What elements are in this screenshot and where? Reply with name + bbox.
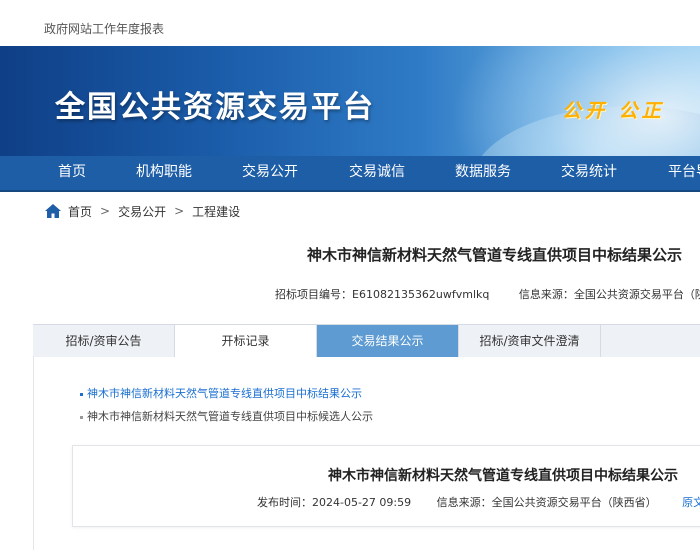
- result-link[interactable]: 神木市神信新材料天然气管道专线直供项目中标结果公示: [87, 387, 362, 400]
- top-bar: 政府网站工作年度报表: [0, 0, 700, 46]
- bullet-icon: [80, 415, 83, 419]
- article-meta: 招标项目编号：E61082135362uwfvmlkq 信息来源：全国公共资源交…: [275, 286, 700, 302]
- announcement-card: [72, 445, 700, 527]
- page-title: 神木市神信新材料天然气管道专线直供项目中标结果公示: [307, 246, 683, 264]
- site-title: 全国公共资源交易平台: [55, 90, 375, 125]
- breadcrumb-trading-public[interactable]: 交易公开: [118, 203, 166, 220]
- nav-item-platform-guide[interactable]: 平台导: [668, 156, 700, 190]
- announcement-meta: 发布时间：2024-05-27 09:59 信息来源：全国公共资源交易平台（陕西…: [257, 494, 700, 510]
- home-icon[interactable]: [44, 203, 62, 219]
- breadcrumb-separator: >: [100, 204, 111, 218]
- nav-item-data-service[interactable]: 数据服务: [455, 156, 511, 190]
- banner-slogan: 公开 公正: [562, 100, 665, 122]
- nav-item-trading-credit[interactable]: 交易诚信: [349, 156, 405, 190]
- project-code: 招标项目编号：E61082135362uwfvmlkq: [275, 288, 490, 301]
- nav-item-trading-public[interactable]: 交易公开: [242, 156, 298, 190]
- result-tabs: 招标/资审公告 开标记录 交易结果公示 招标/资审文件澄清: [33, 324, 700, 357]
- nav-item-functions[interactable]: 机构职能: [136, 156, 192, 190]
- annual-report-link[interactable]: 政府网站工作年度报表: [44, 20, 164, 37]
- list-item[interactable]: 神木市神信新材料天然气管道专线直供项目中标结果公示: [80, 385, 362, 401]
- tab-tender-notice[interactable]: 招标/资审公告: [33, 325, 175, 357]
- publish-time: 发布时间：2024-05-27 09:59: [257, 496, 412, 509]
- breadcrumb-home[interactable]: 首页: [68, 203, 92, 220]
- tab-document-clarification[interactable]: 招标/资审文件澄清: [459, 325, 601, 357]
- nav-item-home[interactable]: 首页: [58, 156, 86, 190]
- candidate-link[interactable]: 神木市神信新材料天然气管道专线直供项目中标候选人公示: [87, 410, 373, 423]
- announcement-title: 神木市神信新材料天然气管道专线直供项目中标结果公示: [328, 468, 678, 484]
- announcement-source: 信息来源：全国公共资源交易平台（陕西省）: [436, 496, 657, 509]
- breadcrumb: 首页 > 交易公开 > 工程建设: [44, 201, 240, 221]
- tab-bid-opening-record[interactable]: 开标记录: [175, 325, 317, 357]
- main-nav: 首页 机构职能 交易公开 交易诚信 数据服务 交易统计 平台导: [0, 156, 700, 192]
- list-item[interactable]: 神木市神信新材料天然气管道专线直供项目中标候选人公示: [80, 408, 373, 424]
- header-banner: 全国公共资源交易平台 公开 公正: [0, 46, 700, 156]
- breadcrumb-separator: >: [174, 204, 185, 218]
- original-link[interactable]: 原文: [682, 496, 700, 509]
- nav-item-statistics[interactable]: 交易统计: [561, 156, 617, 190]
- info-source: 信息来源：全国公共资源交易平台（陕西: [518, 288, 700, 301]
- breadcrumb-engineering[interactable]: 工程建设: [192, 203, 240, 220]
- bullet-icon: [80, 392, 83, 396]
- tab-trading-result[interactable]: 交易结果公示: [317, 325, 459, 357]
